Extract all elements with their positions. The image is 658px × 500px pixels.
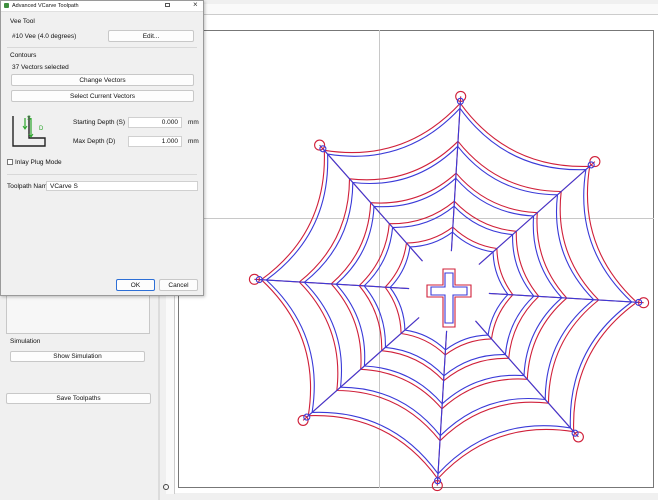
separator bbox=[7, 47, 197, 48]
inlay-plug-mode-label: Inlay Plug Mode bbox=[15, 159, 62, 166]
web-outer-paths bbox=[248, 90, 650, 492]
cancel-button[interactable]: Cancel bbox=[159, 279, 198, 291]
ok-button[interactable]: OK bbox=[116, 279, 155, 291]
starting-depth-label: Starting Depth (S) bbox=[73, 119, 126, 126]
web-ring-inner bbox=[389, 231, 509, 351]
toolpath-name-input[interactable]: VCarve S bbox=[46, 181, 198, 191]
simulation-heading: Simulation bbox=[10, 338, 41, 345]
sidebar-divider[interactable] bbox=[158, 290, 160, 500]
contours-heading: Contours bbox=[10, 52, 37, 59]
toolpath-list-panel[interactable] bbox=[6, 290, 150, 334]
web-ring-outer bbox=[298, 140, 600, 442]
web-ring-inner bbox=[363, 205, 535, 377]
app-icon bbox=[4, 3, 9, 8]
canvas-area[interactable] bbox=[160, 0, 658, 500]
web-ring-outer bbox=[330, 172, 568, 410]
change-vectors-button[interactable]: Change Vectors bbox=[11, 74, 194, 86]
center-cross bbox=[430, 272, 468, 324]
spider-web-drawing[interactable] bbox=[160, 0, 658, 500]
dialog-title: Advanced VCarve Toolpath bbox=[12, 2, 79, 9]
vee-tool-heading: Vee Tool bbox=[10, 18, 35, 25]
max-depth-unit: mm bbox=[188, 138, 199, 145]
starting-depth-input[interactable]: 0.000 bbox=[128, 117, 182, 128]
web-inner-paths bbox=[255, 97, 643, 485]
select-current-vectors-button[interactable]: Select Current Vectors bbox=[11, 90, 194, 102]
max-depth-label: Max Depth (D) bbox=[73, 138, 116, 145]
minimize-icon[interactable] bbox=[165, 3, 170, 7]
edit-tool-button[interactable]: Edit... bbox=[108, 30, 194, 42]
show-simulation-button[interactable]: Show Simulation bbox=[10, 351, 145, 362]
web-ring-outer bbox=[260, 102, 638, 480]
toolpath-name-label: Toolpath Name bbox=[7, 183, 51, 190]
web-ring-inner bbox=[265, 107, 633, 475]
close-icon[interactable]: × bbox=[193, 0, 198, 9]
web-ring-outer bbox=[358, 200, 540, 382]
separator bbox=[7, 174, 197, 175]
dialog-title-bar[interactable]: Advanced VCarve Toolpath × bbox=[1, 0, 203, 12]
starting-depth-unit: mm bbox=[188, 119, 199, 126]
web-ring-outer bbox=[384, 226, 514, 356]
left-sidebar: Simulation Show Simulation Save Toolpath… bbox=[0, 290, 160, 500]
center-cross bbox=[426, 268, 472, 328]
tool-name: #10 Vee (4.0 degrees) bbox=[12, 33, 77, 40]
vcarve-dialog: Advanced VCarve Toolpath × Vee Tool #10 … bbox=[0, 0, 204, 296]
web-ring-inner bbox=[303, 145, 595, 437]
vectors-selected-text: 37 Vectors selected bbox=[12, 64, 69, 71]
inlay-plug-mode-checkbox[interactable] bbox=[7, 159, 13, 165]
diagram-s-label: S bbox=[27, 116, 32, 122]
diagram-d-label: D bbox=[39, 126, 44, 132]
save-toolpaths-button[interactable]: Save Toolpaths bbox=[6, 393, 151, 404]
max-depth-input[interactable]: 1.000 bbox=[128, 136, 182, 147]
